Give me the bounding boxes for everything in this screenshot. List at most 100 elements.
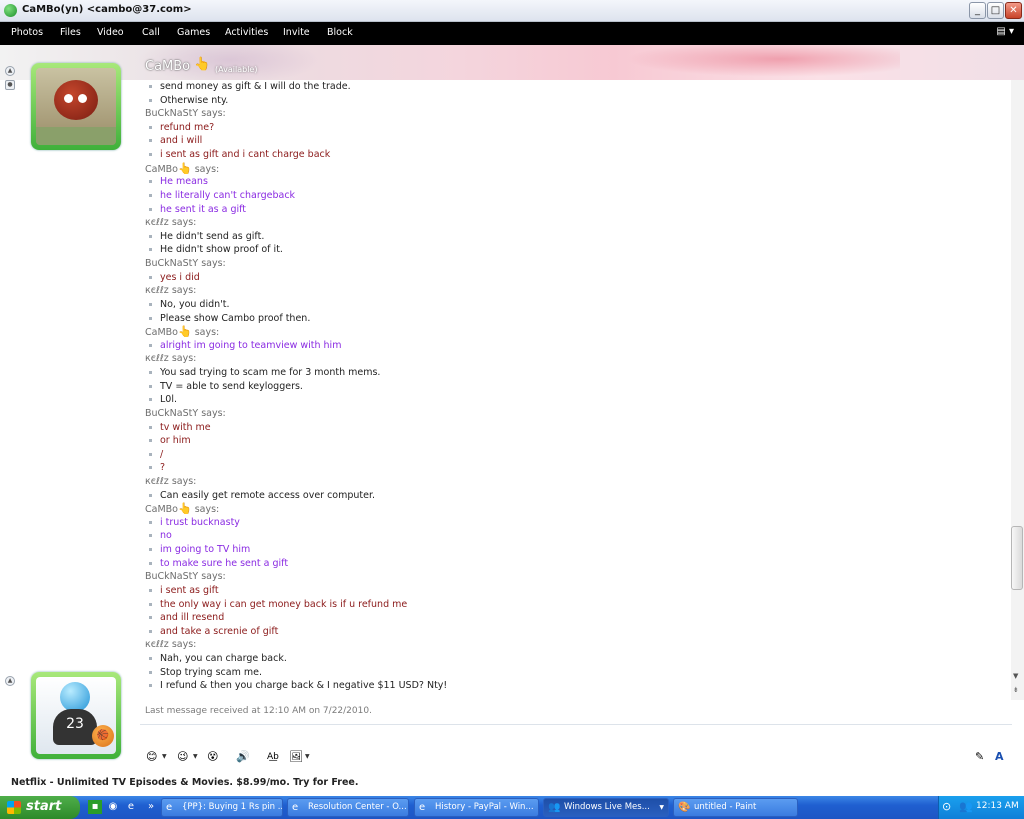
nudge-icon[interactable]: 😵 <box>207 750 218 764</box>
chevron-down-icon[interactable]: ▼ <box>162 753 167 760</box>
scroll-end-icon[interactable]: ⇟ <box>1013 686 1019 694</box>
scroll-down-arrow[interactable]: ▼ <box>1013 672 1018 680</box>
bullet-icon <box>149 588 152 592</box>
message-text: / <box>160 448 164 460</box>
bullet-icon <box>149 657 152 661</box>
sender-name: CaMBo <box>145 327 178 339</box>
collapse-icon[interactable]: ▲ <box>5 66 15 76</box>
menu-video[interactable]: Video <box>97 27 124 38</box>
collapse-icon[interactable]: ▲ <box>5 676 15 686</box>
jersey: 23 <box>53 709 97 745</box>
contact-avatar[interactable] <box>31 63 121 150</box>
message-line: He didn't send as gift. <box>149 230 264 243</box>
windows-logo-icon <box>7 801 21 814</box>
task-paypal-history[interactable]: e History - PayPal - Win... <box>414 798 539 817</box>
says-label: says: <box>198 258 226 270</box>
message-text: i sent as gift <box>160 584 219 596</box>
bullet-icon <box>149 493 152 497</box>
advertisement-link[interactable]: Netflix - Unlimited TV Episodes & Movies… <box>11 777 358 788</box>
message-sender: кєℓℓz says: <box>145 216 196 229</box>
chrome-icon[interactable]: ◉ <box>106 800 120 814</box>
message-sender: BuCkNaStY says: <box>145 107 226 120</box>
ie-icon: e <box>419 802 426 813</box>
bullet-icon <box>149 153 152 157</box>
wink-icon[interactable]: 😉 <box>177 750 188 764</box>
message-text: Please show Cambo proof then. <box>160 312 311 324</box>
bullet-icon <box>149 85 152 88</box>
ie-icon[interactable]: e <box>124 800 138 814</box>
smiley-icon[interactable]: 😊 <box>146 750 157 764</box>
options-menu-icon[interactable]: ▤ ▾ <box>996 26 1014 37</box>
message-text: Nah, you can charge back. <box>160 653 287 665</box>
ground <box>36 127 116 145</box>
says-label: says: <box>168 285 197 297</box>
message-line: L0l. <box>149 393 177 406</box>
bullet-icon <box>149 684 152 688</box>
contact-card-icon[interactable]: ● <box>5 80 15 90</box>
message-input[interactable] <box>146 726 972 746</box>
bullet-icon <box>149 670 152 674</box>
message-text: ? <box>160 462 166 474</box>
minimize-button[interactable]: _ <box>969 2 986 19</box>
quicklaunch-icon[interactable]: ▪ <box>88 800 102 814</box>
message-sender: BuCkNaStY says: <box>145 407 226 420</box>
menu-photos[interactable]: Photos <box>11 27 43 38</box>
bullet-icon <box>149 548 152 552</box>
back-arrow-icon[interactable]: ⊙ <box>942 800 951 813</box>
font-icon[interactable]: A͟b <box>267 750 279 764</box>
bullet-icon <box>149 616 152 620</box>
meatball-character <box>54 80 98 120</box>
task-resolution-center[interactable]: e Resolution Center - O... <box>287 798 409 817</box>
scrollbar-thumb[interactable] <box>1011 526 1023 590</box>
eye <box>64 94 73 103</box>
last-message-info: Last message received at 12:10 AM on 7/2… <box>145 706 372 716</box>
more-icon[interactable]: » <box>144 800 158 814</box>
chevron-down-icon[interactable]: ▼ <box>193 753 198 760</box>
meatwad-picture <box>36 68 116 145</box>
bullet-icon <box>149 207 152 211</box>
message-text: He didn't show proof of it. <box>160 244 283 256</box>
maximize-button[interactable]: □ <box>987 2 1004 19</box>
message-line: or him <box>149 434 191 447</box>
close-button[interactable]: ✕ <box>1005 2 1022 19</box>
menu-block[interactable]: Block <box>327 27 353 38</box>
voice-clip-icon[interactable]: 🔊 <box>236 750 250 764</box>
chevron-down-icon[interactable]: ▼ <box>305 753 310 760</box>
task-paypal-forum[interactable]: e {PP}: Buying 1 Rs pin ... <box>161 798 283 817</box>
bullet-icon <box>149 316 152 320</box>
message-line: the only way i can get money back is if … <box>149 598 407 611</box>
bullet-icon <box>149 398 152 402</box>
menu-bar: Photos Files Video Call Games Activities… <box>0 22 1024 45</box>
my-avatar[interactable]: 23 🏀 <box>31 672 121 759</box>
handwriting-icon[interactable]: ✎ <box>975 750 984 764</box>
message-text: He didn't send as gift. <box>160 230 265 242</box>
menu-files[interactable]: Files <box>60 27 81 38</box>
task-paint[interactable]: 🎨 untitled - Paint <box>673 798 798 817</box>
text-mode-icon[interactable]: A <box>995 750 1004 764</box>
message-text: and take a screnie of gift <box>160 625 279 637</box>
bullet-icon <box>149 534 152 538</box>
says-label: says: <box>168 639 197 651</box>
bullet-icon <box>149 629 152 633</box>
messenger-tray-icon[interactable]: 👥 <box>959 800 973 813</box>
bullet-icon <box>149 371 152 375</box>
clock: 12:13 AM <box>976 801 1019 811</box>
sender-name: BuCkNaStY <box>145 108 199 120</box>
background-icon[interactable]: 🖼 <box>289 750 303 764</box>
bullet-icon <box>149 275 152 279</box>
message-text: he sent it as a gift <box>160 203 247 215</box>
task-windows-live-messenger[interactable]: 👥 Windows Live Mes... ▼ <box>543 798 669 817</box>
message-text: i sent as gift and i cant charge back <box>160 149 331 161</box>
bullet-icon <box>149 384 152 388</box>
menu-invite[interactable]: Invite <box>283 27 310 38</box>
scrollbar-track[interactable] <box>1011 80 1024 700</box>
message-line: he literally can't chargeback <box>149 189 295 202</box>
message-text: Can easily get remote access over comput… <box>160 489 376 501</box>
menu-games[interactable]: Games <box>177 27 210 38</box>
conversation-history[interactable]: send money as gift & I will do the trade… <box>145 80 1011 698</box>
menu-activities[interactable]: Activities <box>225 27 268 38</box>
message-line: im going to TV him <box>149 543 250 556</box>
menu-call[interactable]: Call <box>142 27 160 38</box>
sender-name: BuCkNaStY <box>145 571 199 583</box>
message-text: or him <box>160 435 191 447</box>
